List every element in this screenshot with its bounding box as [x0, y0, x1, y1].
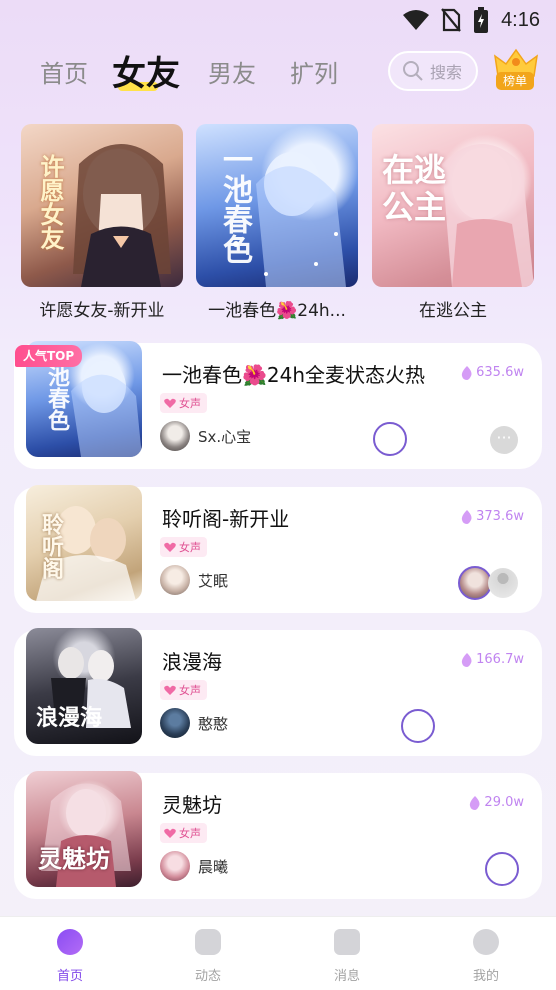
room-heat: 373.6w [461, 509, 524, 524]
heart-icon [164, 828, 176, 838]
bottom-tab-bar: 首页 动态 消息 我的 [0, 916, 556, 990]
host-name: 憨憨 [198, 714, 229, 733]
room-heat: 166.7w [461, 652, 524, 667]
heart-icon [164, 542, 176, 552]
bottom-tab-label: 消息 [333, 969, 360, 984]
host-name: Sx.心宝 [198, 427, 252, 446]
featured-room-title: 许愿女友-新开业 [39, 301, 165, 321]
room-card[interactable]: 人气TOP 池春色 一池春色🌺24h全麦状态火热 635.6w 女声 Sx.心宝… [14, 341, 542, 469]
more-icon[interactable]: ··· [490, 426, 518, 454]
featured-room-card[interactable]: 许愿女友 许愿女友-新开业 [21, 124, 183, 321]
bottom-tab-messages[interactable]: 消息 [307, 929, 387, 984]
room-cover: 灵魅坊 [26, 771, 142, 887]
no-sim-icon [441, 8, 461, 32]
flame-icon [470, 795, 480, 810]
room-card[interactable]: 聆听阁 聆听阁-新开业 373.6w 女声 艾眠 [14, 485, 542, 613]
room-cover-title: 浪漫海 [36, 706, 103, 731]
featured-cover: 在逃公主 [372, 124, 534, 287]
featured-cover-title: 在逃公主 [382, 151, 447, 226]
tab-girlfriend[interactable]: 女友 [112, 46, 180, 95]
featured-cover-title: 许愿女友 [36, 154, 64, 250]
voice-tag: 女声 [160, 537, 207, 557]
featured-cover-title: 一池春色 [217, 144, 252, 264]
voice-tag: 女声 [160, 680, 207, 700]
voice-tag: 女声 [160, 823, 207, 843]
voice-tag: 女声 [160, 393, 207, 413]
featured-rooms: 许愿女友 许愿女友-新开业 一池春色 一池春色🌺24h... 在逃公主 在逃公主 [21, 124, 535, 324]
avatar [160, 421, 190, 451]
room-name: 聆听阁-新开业 [162, 507, 290, 531]
featured-cover: 许愿女友 [21, 124, 183, 287]
featured-room-title: 在逃公主 [419, 301, 487, 321]
room-heat-value: 635.6w [476, 365, 524, 380]
bottom-tab-label: 动态 [194, 969, 221, 984]
flame-icon [461, 509, 472, 524]
room-heat-value: 166.7w [476, 652, 524, 667]
room-cover-title: 池春色 [44, 365, 69, 431]
room-name: 一池春色🌺24h全麦状态火热 [162, 363, 426, 387]
empty-seat[interactable] [485, 852, 519, 886]
room-card[interactable]: 灵魅坊 灵魅坊 29.0w 女声 晨曦 [14, 771, 542, 899]
heart-icon [164, 398, 176, 408]
avatar [160, 851, 190, 881]
flame-icon [461, 365, 472, 380]
bottom-tab-home[interactable]: 首页 [30, 929, 110, 984]
search-input[interactable]: 搜索 [388, 51, 478, 91]
ranking-button[interactable]: 榜单 [492, 48, 540, 96]
room-host: Sx.心宝 [160, 421, 251, 451]
top-nav: 首页 女友 男友 扩列 搜索 榜单 [0, 46, 556, 100]
room-name: 浪漫海 [162, 650, 222, 674]
room-cover-title: 灵魅坊 [38, 845, 110, 873]
voice-tag-label: 女声 [179, 827, 201, 840]
room-heat: 635.6w [461, 365, 524, 380]
flame-icon [461, 652, 472, 667]
room-heat-value: 29.0w [484, 795, 524, 810]
avatar [160, 565, 190, 595]
room-host: 艾眠 [160, 565, 228, 595]
avatar [160, 708, 190, 738]
featured-room-card[interactable]: 在逃公主 在逃公主 [372, 124, 534, 321]
clock: 4:16 [501, 8, 540, 31]
bottom-tab-activity[interactable]: 动态 [168, 929, 248, 984]
room-heat: 29.0w [469, 795, 524, 810]
featured-room-card[interactable]: 一池春色 一池春色🌺24h... [196, 124, 358, 321]
wifi-icon [403, 10, 430, 30]
host-name: 艾眠 [198, 571, 229, 590]
empty-seat[interactable] [373, 422, 407, 456]
occupied-seat-avatar[interactable] [488, 568, 518, 598]
featured-cover: 一池春色 [196, 124, 358, 287]
activity-icon [195, 929, 221, 955]
tab-expand[interactable]: 扩列 [290, 54, 338, 89]
ranking-label: 榜单 [496, 72, 534, 90]
voice-tag-label: 女声 [179, 397, 201, 410]
host-name: 晨曦 [198, 857, 229, 876]
bottom-tab-label: 我的 [472, 969, 499, 984]
empty-seat[interactable] [401, 709, 435, 743]
room-cover-title: 聆听阁 [38, 513, 63, 579]
home-chat-icon [57, 929, 83, 955]
tab-home[interactable]: 首页 [40, 54, 88, 89]
battery-icon [474, 7, 489, 33]
tab-boyfriend[interactable]: 男友 [208, 54, 256, 89]
search-icon [403, 61, 423, 81]
room-host: 晨曦 [160, 851, 228, 881]
room-heat-value: 373.6w [476, 509, 524, 524]
popular-top-badge: 人气TOP [15, 345, 83, 367]
voice-tag-label: 女声 [179, 684, 201, 697]
heart-icon [164, 685, 176, 695]
voice-tag-label: 女声 [179, 541, 201, 554]
room-cover: 聆听阁 [26, 485, 142, 601]
status-bar: 4:16 [0, 0, 556, 40]
message-icon [334, 929, 360, 955]
bottom-tab-label: 首页 [56, 969, 83, 984]
room-name: 灵魅坊 [162, 793, 222, 817]
search-placeholder: 搜索 [430, 63, 463, 82]
occupied-seat-avatar[interactable] [458, 566, 492, 600]
room-cover: 浪漫海 [26, 628, 142, 744]
featured-room-title: 一池春色🌺24h... [208, 301, 346, 321]
bottom-tab-profile[interactable]: 我的 [446, 929, 526, 984]
room-host: 憨憨 [160, 708, 228, 738]
room-card[interactable]: 浪漫海 浪漫海 166.7w 女声 憨憨 [14, 628, 542, 756]
profile-icon [473, 929, 499, 955]
